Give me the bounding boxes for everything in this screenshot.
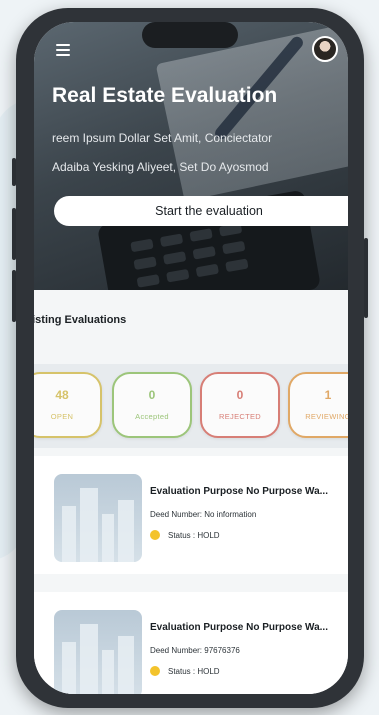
- dynamic-island: [142, 22, 238, 48]
- menu-icon[interactable]: [56, 44, 70, 59]
- status-dot-icon: [150, 530, 160, 540]
- evaluation-title: Evaluation Purpose No Purpose Wa...: [150, 622, 328, 633]
- evaluation-title: Evaluation Purpose No Purpose Wa...: [150, 486, 328, 497]
- volume-up-button: [12, 208, 16, 260]
- power-button: [364, 238, 368, 318]
- building-thumbnail: [54, 474, 142, 562]
- status-text: Status : HOLD: [168, 530, 220, 540]
- status-label: OPEN: [50, 412, 74, 421]
- status-filter-reviewing[interactable]: 1 REVIEWING: [288, 372, 348, 438]
- status-filter-open[interactable]: 48 OPEN: [34, 372, 102, 438]
- mute-switch: [12, 158, 16, 186]
- status-row: Status : HOLD: [150, 666, 220, 676]
- status-text: Status : HOLD: [168, 666, 220, 676]
- deed-number: Deed Number: No information: [150, 510, 257, 519]
- avatar[interactable]: [312, 36, 338, 62]
- status-label: Accepted: [135, 412, 169, 421]
- building-thumbnail: [54, 610, 142, 694]
- evaluation-card[interactable]: Evaluation Purpose No Purpose Wa... Deed…: [34, 592, 348, 694]
- hero-description-line-1: reem Ipsum Dollar Set Amit, Conciectator: [52, 131, 273, 145]
- status-count: 0: [148, 388, 156, 402]
- status-count: 48: [55, 388, 69, 402]
- status-dot-icon: [150, 666, 160, 676]
- page-title: Real Estate Evaluation: [52, 84, 278, 107]
- deed-number: Deed Number: 97676376: [150, 646, 240, 655]
- status-row: Status : HOLD: [150, 530, 220, 540]
- volume-down-button: [12, 270, 16, 322]
- status-filter-rejected[interactable]: 0 REJECTED: [200, 372, 280, 438]
- status-label: REVIEWING: [305, 412, 348, 421]
- status-filter-strip: 48 OPEN 0 Accepted 0 REJECTED 1 REVIEWIN…: [34, 364, 348, 448]
- hero-banner: Real Estate Evaluation reem Ipsum Dollar…: [34, 22, 348, 290]
- status-count: 1: [324, 388, 332, 402]
- hero-description-line-2: Adaiba Yesking Aliyeet, Set Do Ayosmod: [52, 160, 269, 174]
- start-evaluation-button[interactable]: Start the evaluation: [54, 196, 348, 226]
- status-count: 0: [236, 388, 244, 402]
- app-screen: Real Estate Evaluation reem Ipsum Dollar…: [34, 22, 348, 694]
- section-title: xisting Evaluations: [34, 314, 127, 326]
- phone-frame: Real Estate Evaluation reem Ipsum Dollar…: [12, 8, 368, 708]
- status-filter-accepted[interactable]: 0 Accepted: [112, 372, 192, 438]
- status-label: REJECTED: [219, 412, 261, 421]
- hero-description: reem Ipsum Dollar Set Amit, Conciectator…: [52, 124, 348, 182]
- evaluation-card[interactable]: Evaluation Purpose No Purpose Wa... Deed…: [34, 456, 348, 574]
